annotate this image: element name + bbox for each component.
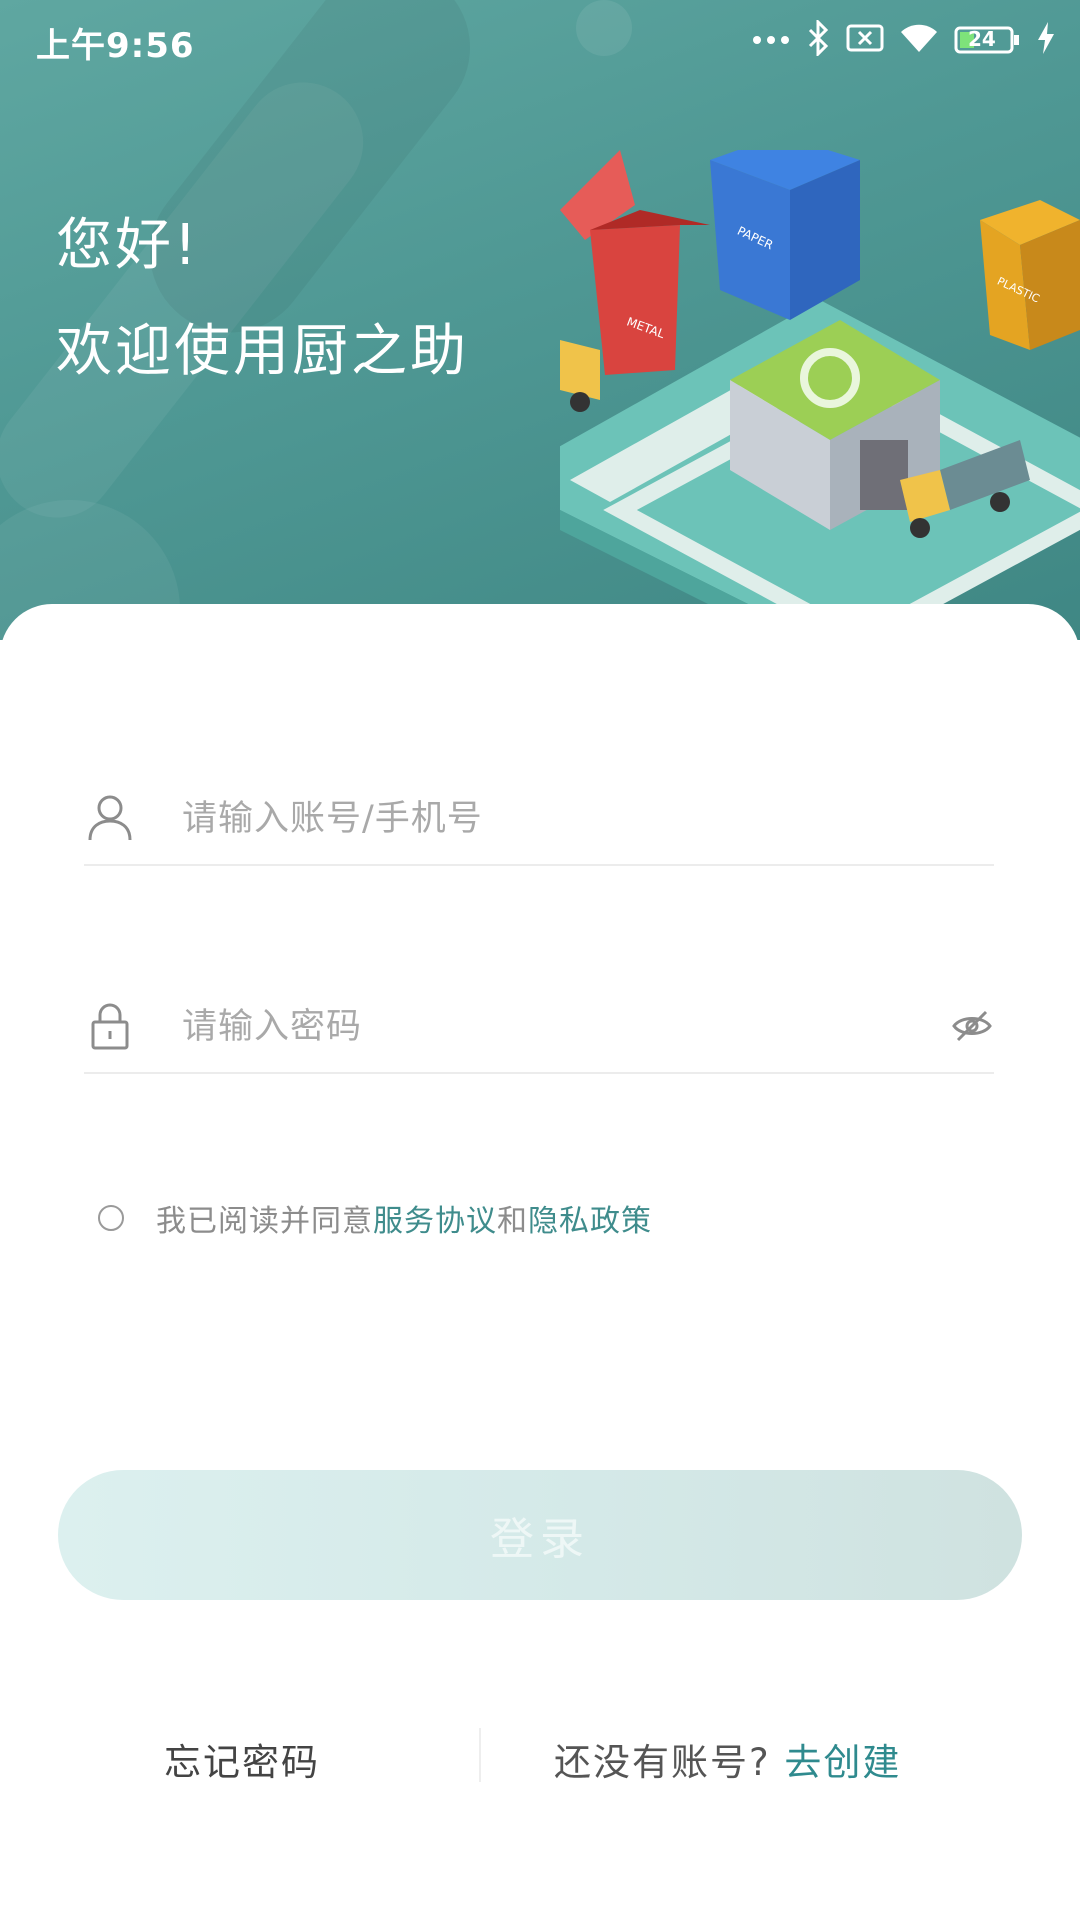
yellow-bin: PLASTIC	[980, 200, 1080, 350]
terms-link[interactable]: 服务协议	[373, 1196, 497, 1240]
password-input[interactable]	[180, 996, 884, 1058]
footer-links: 忘记密码 还没有账号? 去创建	[0, 1728, 1080, 1788]
password-field	[84, 982, 994, 1074]
status-icons: 24	[752, 18, 1056, 62]
forgot-password-link[interactable]: 忘记密码	[164, 1732, 320, 1786]
wifi-icon	[900, 22, 938, 58]
account-input[interactable]	[180, 788, 884, 850]
account-field	[84, 774, 994, 866]
footer-divider	[479, 1728, 481, 1782]
signup-prompt: 还没有账号?	[554, 1741, 785, 1784]
truck-left	[560, 340, 600, 412]
privacy-link[interactable]: 隐私政策	[528, 1196, 652, 1240]
charging-icon	[1036, 22, 1056, 58]
blue-bin: PAPER	[710, 150, 860, 320]
agreement-prefix: 我已阅读并同意	[156, 1204, 373, 1239]
recycling-city-illustration: METAL PAPER PLASTIC	[560, 150, 1080, 610]
eye-off-icon[interactable]	[952, 1006, 992, 1046]
status-bar: 上午9:56 24	[0, 0, 1080, 80]
lock-icon	[91, 1003, 129, 1050]
more-icon	[752, 31, 790, 50]
red-bin: METAL	[560, 150, 710, 375]
create-account-link[interactable]: 去创建	[784, 1741, 901, 1784]
header-banner: 上午9:56 24 您好! 欢迎使用厨之助 METAL PAPER PLASTI…	[0, 0, 1080, 640]
agreement-and: 和	[497, 1204, 528, 1239]
bluetooth-icon	[806, 18, 830, 60]
agree-radio[interactable]	[98, 1205, 124, 1231]
battery-level: 24	[968, 27, 996, 51]
battery-icon: 24	[954, 25, 1020, 55]
user-icon	[88, 795, 132, 841]
welcome-text: 欢迎使用厨之助	[56, 319, 469, 384]
greeting-text: 您好!	[56, 213, 200, 278]
status-time: 上午9:56	[36, 26, 195, 66]
agreement-row: 我已阅读并同意 服务协议 和 隐私政策	[98, 1196, 652, 1240]
no-sim-icon	[846, 23, 884, 57]
login-button[interactable]: 登录	[58, 1470, 1022, 1600]
signup-row: 还没有账号? 去创建	[554, 1732, 901, 1786]
